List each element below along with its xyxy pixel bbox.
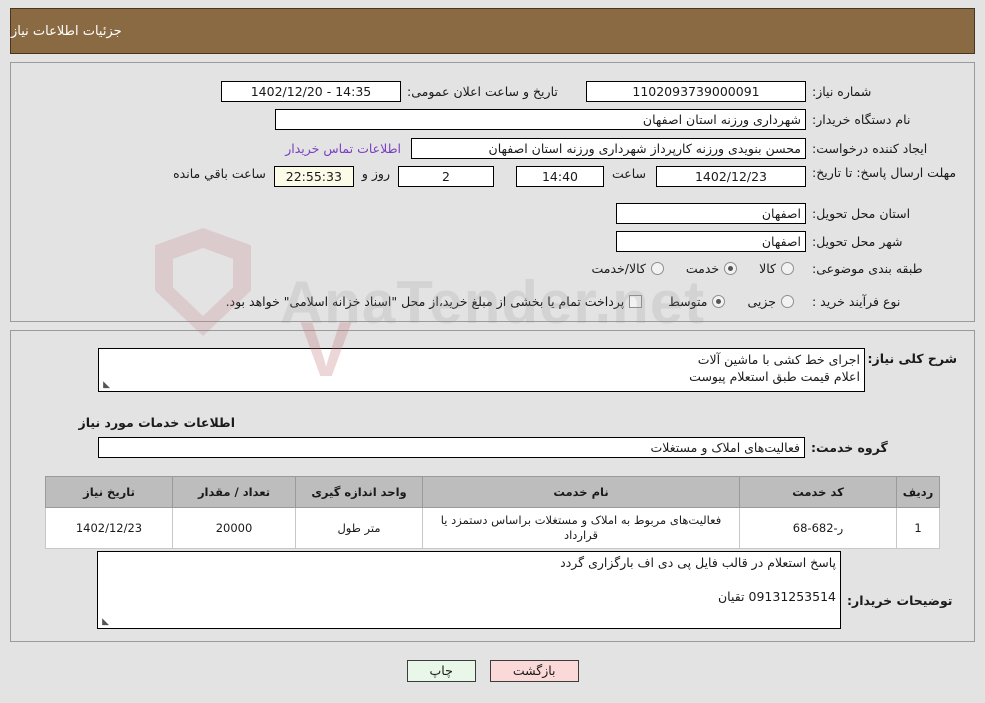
cell-radif: 1 [896,507,940,549]
row-buyer-notes: توضیحات خریدار: پاسخ استعلام در قالب فای… [97,551,957,629]
print-button[interactable]: چاپ [406,660,476,682]
general-description-label: شرح کلی نیاز: [867,351,957,366]
table-header-row: ردیف کد خدمت نام خدمت واحد اندازه گیری ت… [45,476,940,508]
row-delivery-city: شهر محل تحویل: اصفهان [616,231,957,252]
button-bar: بازگشت چاپ [0,660,985,682]
days-and-label: روز و [361,166,390,181]
table-row: 1 ر-682-68 فعالیت‌های مربوط به املاک و م… [45,507,940,549]
need-number-value: 1102093739000091 [586,81,806,102]
category-option-khedmat[interactable]: خدمت [685,261,738,276]
cell-need-date: 1402/12/23 [45,507,173,549]
row-need-number: شماره نیاز: 1102093739000091 [586,81,957,102]
items-table-wrapper: ردیف کد خدمت نام خدمت واحد اندازه گیری ت… [45,476,940,549]
category-option-khedmat-label: خدمت [685,261,720,276]
deadline-date-value: 1402/12/23 [656,166,806,187]
treasury-checkbox[interactable] [629,295,643,308]
th-need-date: تاریخ نیاز [45,476,173,508]
category-option-kala-khedmat[interactable]: کالا/خدمت [591,261,664,276]
need-number-label: شماره نیاز: [812,84,872,99]
page-title: جزئیات اطلاعات نیاز [11,23,122,39]
back-button[interactable]: بازگشت [489,660,579,682]
treasury-note-label: پرداخت تمام یا بخشی از مبلغ خرید،از محل … [225,294,625,309]
th-service-name: نام خدمت [422,476,740,508]
process-option-jozii-label: جزیی [747,294,776,309]
service-group-label: گروه خدمت: [811,440,888,455]
buyer-contact-link[interactable]: اطلاعات تماس خریدار [285,141,401,156]
remaining-suffix-label: ساعت باقي مانده [173,166,266,181]
cell-unit: متر طول [295,507,423,549]
page-header: جزئیات اطلاعات نیاز [10,8,975,54]
general-description-textarea[interactable]: اجرای خط کشی با ماشین آلات اعلام قیمت طب… [98,348,865,392]
row-announce-datetime: تاریخ و ساعت اعلان عمومی: 14:35 - 1402/1… [221,81,592,102]
treasury-note-group[interactable]: پرداخت تمام یا بخشی از مبلغ خرید،از محل … [226,294,643,309]
buyer-notes-textarea[interactable]: پاسخ استعلام در قالب فایل پی دی اف بارگز… [97,551,841,629]
row-buyer-org: نام دستگاه خریدار: شهرداری ورزنه استان ا… [275,109,957,130]
th-radif: ردیف [896,476,940,508]
row-request-creator: ایجاد کننده درخواست: محسن بنویدی ورزنه ک… [285,138,957,159]
category-radio-kala[interactable] [781,262,794,275]
process-radio-motevaset[interactable] [712,295,726,308]
category-option-kala-label: کالا [759,261,776,276]
service-group-value: فعالیت‌های املاک و مستغلات [98,437,805,458]
deadline-time-value: 14:40 [515,166,604,187]
category-label: طبقه بندی موضوعی: [812,261,923,276]
category-radio-kala-khedmat[interactable] [650,262,664,275]
process-option-motevaset[interactable]: متوسط [668,294,726,309]
city-value: اصفهان [616,231,806,252]
process-option-motevaset-label: متوسط [668,294,708,309]
province-label: استان محل تحویل: [812,206,911,221]
row-delivery-province: استان محل تحویل: اصفهان [616,203,957,224]
buyer-notes-label: توضیحات خریدار: [847,593,953,608]
items-table: ردیف کد خدمت نام خدمت واحد اندازه گیری ت… [45,476,940,549]
announce-value: 14:35 - 1402/12/20 [221,81,401,102]
announce-label: تاریخ و ساعت اعلان عمومی: [407,84,558,99]
resize-grip-icon[interactable]: ◣ [101,381,110,390]
process-label: نوع فرآیند خرید : [812,294,901,309]
category-option-kala-khedmat-label: کالا/خدمت [591,261,646,276]
time-remaining-value: 22:55:33 [273,166,354,187]
row-subject-category: طبقه بندی موضوعی: کالا خدمت کالا/خدمت [591,261,957,276]
row-general-description: شرح کلی نیاز: اجرای خط کشی با ماشین آلات… [98,348,957,392]
th-unit: واحد اندازه گیری [295,476,423,508]
th-quantity: تعداد / مقدار [172,476,296,508]
days-remaining-value: 2 [397,166,494,187]
resize-grip-icon-2[interactable]: ◣ [100,618,109,627]
category-radio-khedmat[interactable] [724,262,738,275]
city-label: شهر محل تحویل: [812,234,903,249]
cell-service-name: فعالیت‌های مربوط به املاک و مستغلات براس… [422,507,740,549]
th-service-code: کد خدمت [739,476,897,508]
cell-service-code: ر-682-68 [739,507,897,549]
province-value: اصفهان [616,203,806,224]
cell-quantity: 20000 [172,507,296,549]
deadline-label: مهلت ارسال پاسخ: تا تاریخ: [812,165,957,180]
row-response-deadline: مهلت ارسال پاسخ: تا تاریخ: 1402/12/23 سا… [173,166,957,187]
process-radio-jozii[interactable] [781,295,794,308]
row-purchase-process: نوع فرآیند خرید : جزیی متوسط پرداخت تمام… [226,294,957,309]
category-option-kala[interactable]: کالا [759,261,794,276]
row-service-group: گروه خدمت: فعالیت‌های املاک و مستغلات [98,437,897,458]
buyer-org-value: شهرداری ورزنه استان اصفهان [275,109,806,130]
creator-label: ایجاد کننده درخواست: [812,141,928,156]
services-section-heading: اطلاعات خدمات مورد نیاز [78,415,236,430]
creator-value: محسن بنویدی ورزنه کارپرداز شهرداری ورزنه… [411,138,806,159]
buyer-org-label: نام دستگاه خریدار: [812,112,911,127]
process-option-jozii[interactable]: جزیی [747,294,794,309]
hour-label: ساعت [611,166,646,181]
